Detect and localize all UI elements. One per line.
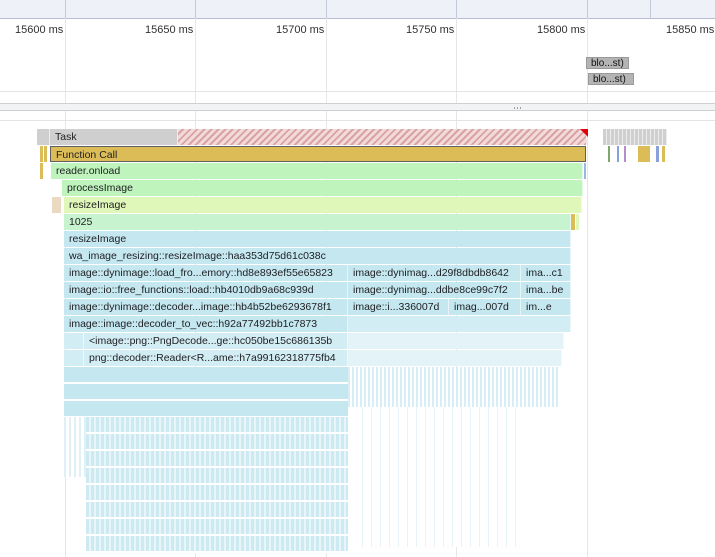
function-call-sliver[interactable] (44, 146, 47, 162)
network-request-bar[interactable]: blo...st) (588, 73, 634, 85)
task-slices-cluster[interactable] (603, 129, 667, 145)
overview-gridline (587, 0, 588, 18)
overview-gridline (456, 0, 457, 18)
event-sliver[interactable] (617, 146, 619, 162)
resize-image-bar[interactable]: resizeImage (64, 197, 582, 213)
function-call-sliver[interactable] (571, 214, 575, 230)
event-sliver[interactable] (52, 197, 61, 213)
free-functions-load-bar[interactable]: image::io::free_functions::load::hb4010d… (64, 282, 348, 298)
splitter-grip-icon[interactable]: ⋯ (513, 104, 523, 113)
dynimage-short-bar[interactable]: ima...be (521, 282, 571, 298)
time-tick-label: 15750 ms (406, 24, 455, 36)
panel-splitter[interactable]: ⋯ (0, 103, 715, 113)
dynimage-bar[interactable]: image::dynimag...d29f8dbdb8642 (348, 265, 521, 281)
decoder-image-bar[interactable]: image::dynimage::decoder...image::hb4b52… (64, 299, 348, 315)
decoder-to-vec-continuation[interactable] (348, 316, 571, 332)
load-from-memory-bar[interactable]: image::dynimage::load_fro...emory::hd8e8… (64, 265, 348, 281)
event-sliver[interactable] (656, 146, 659, 162)
decoder-to-vec-bar[interactable]: image::image::decoder_to_vec::h92a77492b… (64, 316, 348, 332)
wa-image-resizing-bar[interactable]: wa_image_resizing::resizeImage::haa353d7… (64, 248, 571, 264)
png-decoder-bar[interactable]: <image::png::PngDecode...ge::hc050be15c6… (84, 333, 348, 349)
png-decoder-continuation[interactable] (348, 333, 564, 349)
stack-slice[interactable] (64, 333, 84, 349)
reader-onload-bar[interactable]: reader.onload (51, 163, 583, 179)
event-sliver[interactable] (608, 146, 610, 162)
long-task-warning-icon (580, 129, 588, 137)
value-1025-bar[interactable]: 1025 (64, 214, 571, 230)
event-sliver[interactable] (576, 214, 579, 230)
time-tick-label: 15850 ms (666, 24, 715, 36)
deep-call-stack[interactable] (64, 367, 348, 417)
function-call-sliver[interactable] (40, 163, 43, 179)
network-request-bar[interactable]: blo...st) (586, 57, 629, 69)
track-separator (0, 91, 715, 92)
task-slice[interactable] (37, 129, 50, 145)
event-sliver[interactable] (584, 163, 586, 179)
dynimage-bar[interactable]: image::dynimag...ddbe8ce99c7f2 (348, 282, 521, 298)
task-bar[interactable]: Task (50, 129, 178, 145)
function-call-bar[interactable]: Function Call (50, 146, 586, 162)
overview-gridline (650, 0, 651, 18)
dynimage-short-bar[interactable]: ima...c1 (521, 265, 571, 281)
event-sliver[interactable] (624, 146, 626, 162)
time-tick-label: 15650 ms (145, 24, 194, 36)
image-short-bar[interactable]: imag...007d (449, 299, 521, 315)
time-gridline (587, 18, 588, 557)
png-reader-bar[interactable]: png::decoder::Reader<R...ame::h7a9916231… (84, 350, 348, 366)
overview-gridline (326, 0, 327, 18)
time-tick-label: 15700 ms (276, 24, 325, 36)
image-io-bar[interactable]: image::i...336007d (348, 299, 449, 315)
time-tick-label: 15600 ms (15, 24, 64, 36)
process-image-bar[interactable]: processImage (62, 180, 583, 196)
overview-gridline (65, 0, 66, 18)
track-separator (0, 120, 715, 121)
time-tick-label: 15800 ms (537, 24, 586, 36)
overview-gridline (195, 0, 196, 18)
function-call-sliver[interactable] (662, 146, 665, 162)
deep-call-stack-fragments[interactable] (64, 417, 86, 477)
deep-call-stack-fragments[interactable] (348, 367, 560, 407)
deep-call-stack-leaves[interactable] (86, 417, 348, 553)
resize-image-wasm-bar[interactable]: resizeImage (64, 231, 571, 247)
function-call-sliver[interactable] (638, 146, 650, 162)
image-short-bar[interactable]: im...e (521, 299, 571, 315)
function-call-sliver[interactable] (40, 146, 43, 162)
png-reader-continuation[interactable] (348, 350, 562, 366)
timeline-overview-strip[interactable] (0, 0, 715, 19)
long-task-hatch (178, 129, 587, 145)
stack-slice[interactable] (64, 350, 84, 366)
deep-call-stack-fragments[interactable] (362, 407, 522, 547)
